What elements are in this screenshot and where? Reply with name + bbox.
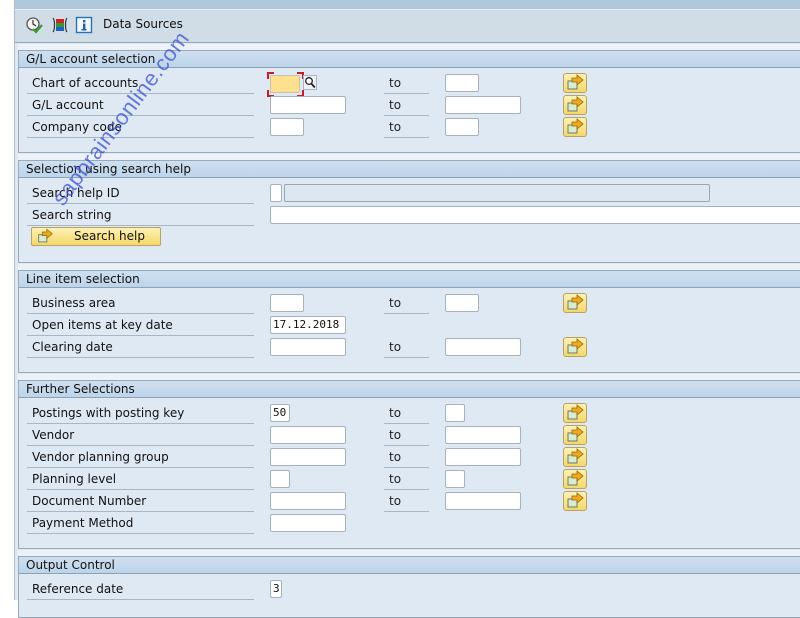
field-label: Payment Method [27,513,254,534]
title-bar [15,0,800,10]
multiple-selection-icon [38,228,53,243]
reference-date-input[interactable]: 3 [270,580,282,598]
vendor-to-input[interactable] [445,426,521,444]
gl-account-to-input[interactable] [445,96,521,114]
execute-icon[interactable] [25,16,43,34]
vendor-planning-group-to-input[interactable] [445,448,521,466]
clearing-date-from-input[interactable] [270,338,346,356]
multiple-selection-icon [567,74,584,90]
group-title: Selection using search help [19,161,800,178]
company-code-to-input[interactable] [445,118,479,136]
planning-level-from-input[interactable] [270,470,290,488]
clearing-date-to-input[interactable] [445,338,521,356]
field-label: Chart of accounts [27,73,254,94]
document-number-to-input[interactable] [445,492,521,510]
multiple-selection-button[interactable] [563,337,587,357]
to-label: to [384,469,429,490]
payment-method-input[interactable] [270,514,346,532]
selection-options-icon[interactable] [51,16,69,34]
multiple-selection-icon [567,96,584,112]
value-help-button[interactable] [303,75,317,90]
multiple-selection-icon [567,404,584,420]
group-title: Line item selection [19,271,800,288]
field-label: Company code [27,117,254,138]
multiple-selection-button[interactable] [563,117,587,137]
to-label: to [384,293,429,314]
chart-of-accounts-to-input[interactable] [445,74,479,92]
to-label: to [384,337,429,358]
search-help-description-field [284,184,710,202]
multiple-selection-button[interactable] [563,469,587,489]
multiple-selection-button[interactable] [563,293,587,313]
field-label: Planning level [27,469,254,490]
business-area-to-input[interactable] [445,294,479,312]
data-sources-button[interactable]: Data Sources [103,17,183,31]
planning-level-to-input[interactable] [445,470,465,488]
group-title: Output Control [19,557,800,574]
to-label: to [384,491,429,512]
multiple-selection-button[interactable] [563,95,587,115]
company-code-from-input[interactable] [270,118,304,136]
multiple-selection-icon [567,492,584,508]
to-label: to [384,73,429,94]
to-label: to [384,447,429,468]
search-help-button-label: Search help [74,229,145,243]
field-label: Business area [27,293,254,314]
field-label: Open items at key date [27,315,254,336]
multiple-selection-button[interactable] [563,73,587,93]
multiple-selection-button[interactable] [563,447,587,467]
vendor-planning-group-from-input[interactable] [270,448,346,466]
field-label: Clearing date [27,337,254,358]
field-label: Document Number [27,491,254,512]
multiple-selection-icon [567,118,584,134]
field-label: Vendor planning group [27,447,254,468]
multiple-selection-button[interactable] [563,425,587,445]
field-label: Search string [27,205,254,226]
search-help-button[interactable]: Search help [31,227,161,246]
search-help-id-input[interactable] [270,184,282,202]
to-label: to [384,95,429,116]
document-number-from-input[interactable] [270,492,346,510]
group-title: Further Selections [19,381,800,398]
field-label: Vendor [27,425,254,446]
posting-key-from-input[interactable]: 50 [270,404,290,422]
to-label: to [384,403,429,424]
to-label: to [384,425,429,446]
to-label: to [384,117,429,138]
multiple-selection-icon [567,470,584,486]
vendor-from-input[interactable] [270,426,346,444]
field-label: Postings with posting key [27,403,254,424]
magnifier-icon [305,77,316,89]
multiple-selection-button[interactable] [563,403,587,423]
focus-frame [267,72,274,79]
multiple-selection-icon [567,448,584,464]
search-string-input[interactable] [270,206,800,224]
field-label: G/L account [27,95,254,116]
posting-key-to-input[interactable] [445,404,465,422]
open-items-key-date-input[interactable]: 17.12.2018 [270,316,346,334]
application-toolbar: Data Sources [15,10,800,43]
multiple-selection-icon [567,426,584,442]
field-label: Reference date [27,579,254,600]
chart-of-accounts-from-input[interactable] [270,75,300,93]
business-area-from-input[interactable] [270,294,304,312]
multiple-selection-button[interactable] [563,491,587,511]
gl-account-from-input[interactable] [270,96,346,114]
sap-selection-screen: Data Sources G/L account selection Selec… [14,0,800,618]
multiple-selection-icon [567,338,584,354]
info-icon[interactable] [75,16,93,34]
multiple-selection-icon [567,294,584,310]
field-label: Search help ID [27,183,254,204]
group-title: G/L account selection [19,51,800,68]
